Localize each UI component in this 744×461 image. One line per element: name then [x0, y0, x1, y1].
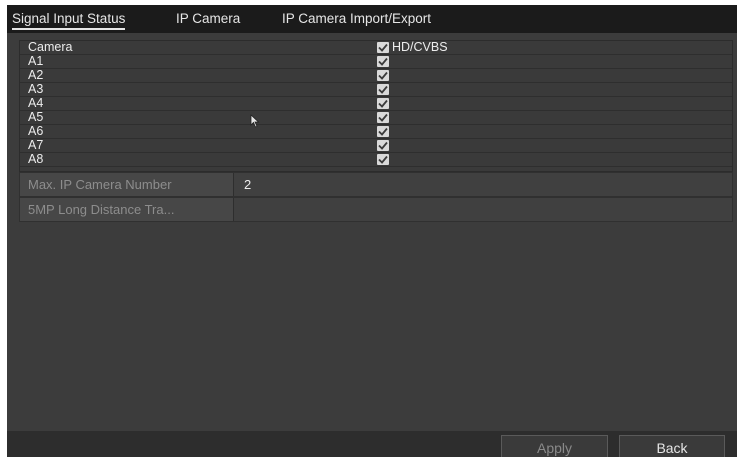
camera-name: A1 [28, 54, 44, 68]
camera-column-header: Camera [28, 40, 73, 54]
hd-cvbs-column-header: HD/CVBS [392, 40, 448, 54]
tab-bar: Signal Input Status IP Camera IP Camera … [7, 5, 737, 33]
signal-input-status-screen: Signal Input Status IP Camera IP Camera … [7, 5, 737, 457]
checkmark-icon [378, 141, 388, 150]
hd-cvbs-select-all-checkbox[interactable] [377, 42, 389, 53]
checkmark-icon [378, 71, 388, 80]
hd-cvbs-checkbox[interactable] [377, 140, 389, 151]
checkmark-icon [378, 85, 388, 94]
camera-name: A6 [28, 124, 44, 138]
table-row: A7 [20, 139, 732, 153]
table-row: A3 [20, 83, 732, 97]
tab-ip-camera[interactable]: IP Camera [176, 11, 240, 26]
table-row: A6 [20, 125, 732, 139]
table-header-row: Camera HD/CVBS [20, 41, 732, 55]
checkmark-icon [378, 99, 388, 108]
hd-cvbs-checkbox[interactable] [377, 154, 389, 165]
checkmark-icon [378, 43, 388, 52]
hd-cvbs-checkbox[interactable] [377, 98, 389, 109]
tab-signal-input-status[interactable]: Signal Input Status [12, 11, 126, 30]
hd-cvbs-checkbox[interactable] [377, 70, 389, 81]
max-ip-camera-number-label: Max. IP Camera Number [20, 173, 234, 196]
signal-input-table: Camera HD/CVBS A1 A2 A3 A4 A5 A6 A7 A8 [19, 40, 733, 172]
footer-bar: Apply Back [7, 431, 737, 457]
camera-name: A7 [28, 138, 44, 152]
max-ip-camera-number-row: Max. IP Camera Number 2 [19, 172, 733, 197]
apply-button[interactable]: Apply [501, 435, 608, 457]
table-row: A5 [20, 111, 732, 125]
tab-ip-camera-import-export[interactable]: IP Camera Import/Export [282, 11, 431, 26]
hd-cvbs-checkbox[interactable] [377, 84, 389, 95]
camera-name: A2 [28, 68, 44, 82]
camera-name: A4 [28, 96, 44, 110]
back-button[interactable]: Back [619, 435, 725, 457]
table-row: A1 [20, 55, 732, 69]
hd-cvbs-checkbox[interactable] [377, 56, 389, 67]
checkmark-icon [378, 155, 388, 164]
hd-cvbs-checkbox[interactable] [377, 112, 389, 123]
checkmark-icon [378, 113, 388, 122]
camera-name: A5 [28, 110, 44, 124]
table-row: A8 [20, 153, 732, 167]
hd-cvbs-checkbox[interactable] [377, 126, 389, 137]
checkmark-icon [378, 57, 388, 66]
max-ip-camera-number-value[interactable]: 2 [244, 173, 251, 196]
table-row: A2 [20, 69, 732, 83]
checkmark-icon [378, 127, 388, 136]
camera-name: A3 [28, 82, 44, 96]
long-distance-transmission-row: 5MP Long Distance Tra... [19, 197, 733, 222]
long-distance-transmission-label: 5MP Long Distance Tra... [20, 198, 234, 221]
mouse-pointer-icon [250, 114, 260, 128]
table-row: A4 [20, 97, 732, 111]
camera-name: A8 [28, 152, 44, 166]
